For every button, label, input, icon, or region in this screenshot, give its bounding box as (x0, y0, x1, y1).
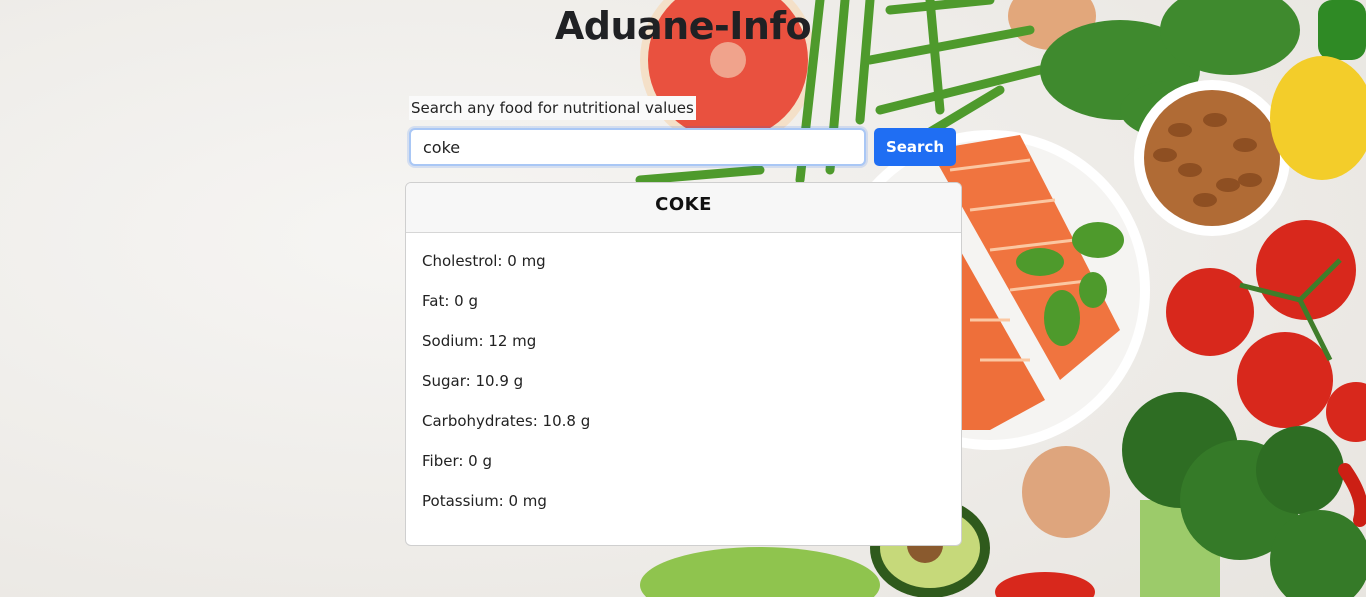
nutrient-item-fat: Fat: 0 g (422, 292, 478, 310)
nutrient-item-fiber: Fiber: 0 g (422, 452, 493, 470)
nutrient-item-sodium: Sodium: 12 mg (422, 332, 537, 350)
food-name-heading: COKE (406, 183, 961, 233)
search-button[interactable]: Search (874, 128, 956, 166)
nutrient-list: Cholestrol: 0 mg Fat: 0 g Sodium: 12 mg … (406, 233, 961, 529)
nutrient-item-sugar: Sugar: 10.9 g (422, 372, 524, 390)
almond-bowl-image (1134, 80, 1290, 236)
nutrient-item-potassium: Potassium: 0 mg (422, 492, 547, 510)
food-search-input[interactable] (409, 128, 866, 166)
nutrition-result-card: COKE Cholestrol: 0 mg Fat: 0 g Sodium: 1… (405, 182, 962, 546)
app-title: Aduane-Info (554, 4, 812, 48)
nutrient-item-cholesterol: Cholestrol: 0 mg (422, 252, 546, 270)
egg-bottom-image (1022, 446, 1110, 538)
search-label: Search any food for nutritional values (409, 96, 696, 120)
nutrient-item-carbohydrates: Carbohydrates: 10.8 g (422, 412, 591, 430)
